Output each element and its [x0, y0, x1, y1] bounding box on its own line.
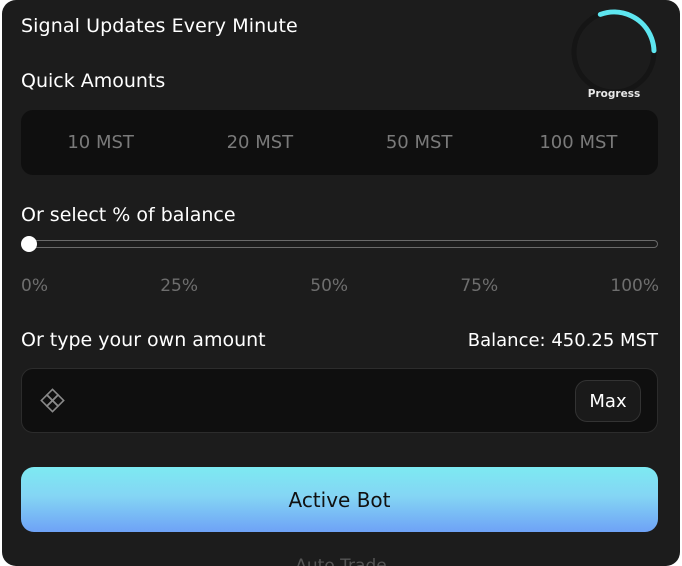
quick-amount-20-button[interactable]: 20 MST [180, 110, 339, 175]
percent-label: Or select % of balance [21, 204, 236, 226]
quick-amounts-label: Quick Amounts [21, 70, 166, 92]
amount-input[interactable] [82, 381, 566, 423]
percent-tick-75[interactable]: 75% [460, 276, 498, 296]
percent-tick-25[interactable]: 25% [160, 276, 198, 296]
percent-ticks: 0% 25% 50% 75% 100% [21, 276, 659, 296]
balance-display: Balance: 450.25 MST [467, 330, 658, 351]
balance-percent-slider[interactable] [28, 240, 658, 248]
progress-label: Progress [587, 88, 641, 100]
bot-config-card: Signal Updates Every Minute Progress Qui… [2, 0, 680, 566]
percent-tick-100[interactable]: 100% [610, 276, 659, 296]
quick-amount-10-button[interactable]: 10 MST [21, 110, 180, 175]
active-bot-button[interactable]: Active Bot [21, 467, 658, 532]
token-icon [40, 388, 65, 413]
quick-amount-100-button[interactable]: 100 MST [499, 110, 658, 175]
percent-tick-50[interactable]: 50% [310, 276, 348, 296]
quick-amounts-group: 10 MST 20 MST 50 MST 100 MST [21, 110, 658, 175]
slider-thumb[interactable] [21, 236, 37, 252]
quick-amount-50-button[interactable]: 50 MST [340, 110, 499, 175]
amount-field: Max [21, 368, 658, 433]
footer-hint[interactable]: Auto Trade [2, 556, 680, 566]
custom-amount-label: Or type your own amount [21, 329, 266, 351]
progress-indicator: Progress [566, 8, 662, 108]
signal-title: Signal Updates Every Minute [21, 15, 298, 37]
max-button[interactable]: Max [575, 380, 641, 422]
percent-tick-0[interactable]: 0% [21, 276, 48, 296]
